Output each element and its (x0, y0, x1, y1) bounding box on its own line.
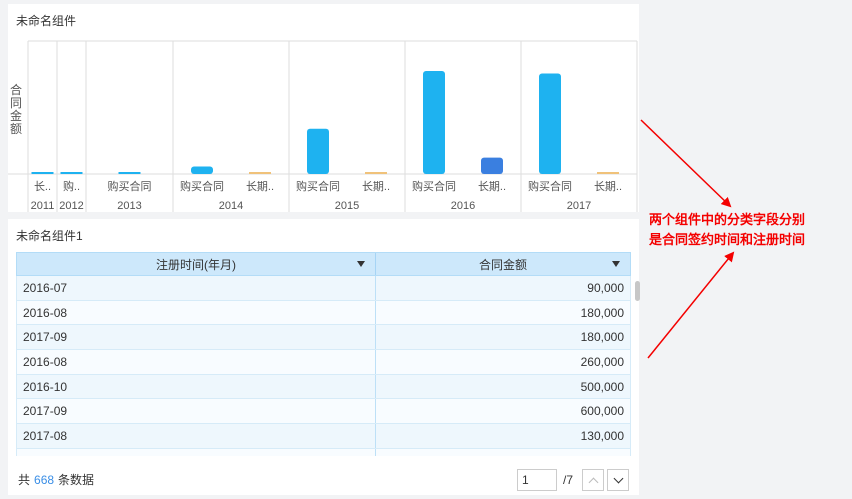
annotation-text: 两个组件中的分类字段分别 是合同签约时间和注册时间 (649, 210, 849, 250)
annotation-line-1: 两个组件中的分类字段分别 (649, 212, 806, 227)
annotation-arrow-to-table (647, 251, 735, 359)
annotation-line-2: 是合同签约时间和注册时间 (649, 232, 806, 247)
annotation-arrow-to-chart (640, 119, 732, 208)
